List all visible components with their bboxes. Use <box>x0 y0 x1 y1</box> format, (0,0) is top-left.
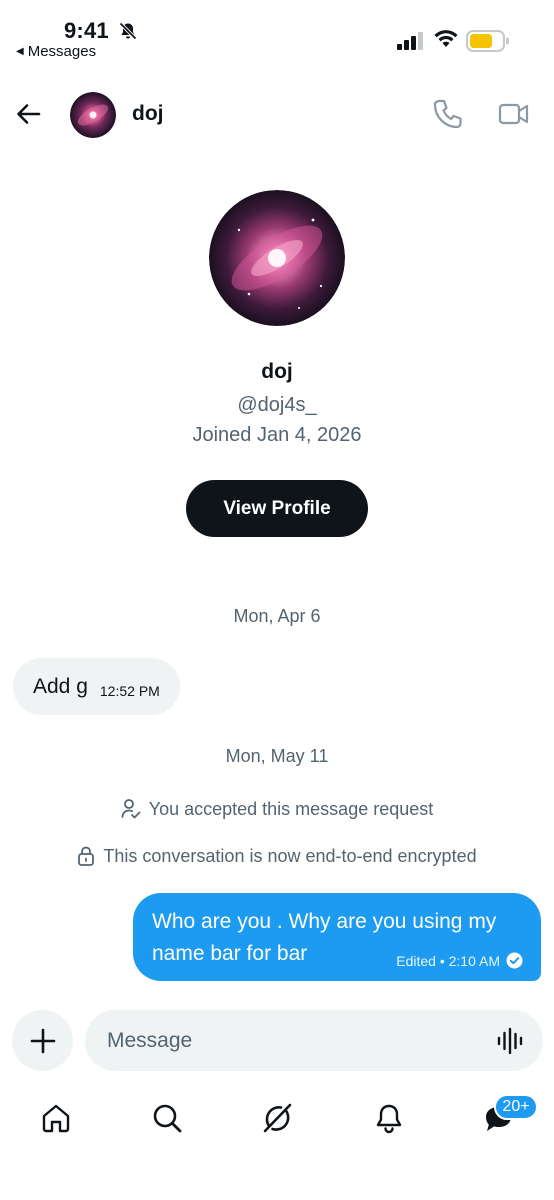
outgoing-message-line: Who are you . Why are you using my <box>152 910 497 933</box>
profile-avatar[interactable] <box>209 190 345 326</box>
date-separator: Mon, May 11 <box>225 746 329 766</box>
back-triangle-icon: ◀ <box>16 46 24 57</box>
battery-icon <box>466 30 509 52</box>
tab-grok[interactable] <box>259 1100 295 1136</box>
back-app-label: Messages <box>27 43 97 60</box>
search-icon <box>153 1104 182 1133</box>
profile-name: doj <box>261 360 293 383</box>
wifi-icon <box>434 30 458 47</box>
date-separator: Mon, Apr 6 <box>233 606 321 626</box>
avatar[interactable] <box>70 92 116 138</box>
system-message-text: This conversation is now end-to-end encr… <box>103 845 477 866</box>
outgoing-message-edited-time: Edited • 2:10 AM <box>396 952 500 969</box>
cellular-signal-icon <box>397 32 423 50</box>
system-message-request-accepted: You accepted this message request <box>0 798 554 820</box>
message-input[interactable] <box>85 1010 543 1071</box>
check-circle-icon <box>506 952 523 969</box>
incoming-message-bubble[interactable]: Add g 12:52 PM <box>13 658 180 715</box>
lock-icon <box>78 846 95 866</box>
tab-search[interactable] <box>149 1100 185 1136</box>
view-profile-button[interactable]: View Profile <box>186 480 368 537</box>
bell-off-icon <box>119 22 137 40</box>
profile-joined-date: Joined Jan 4, 2026 <box>192 424 362 446</box>
plus-icon <box>30 1028 55 1053</box>
home-icon <box>42 1104 70 1133</box>
bell-icon <box>376 1104 402 1134</box>
tab-home[interactable] <box>38 1100 74 1136</box>
voice-wave-icon[interactable] <box>496 1026 526 1056</box>
back-arrow-icon[interactable] <box>14 100 42 128</box>
tab-notifications[interactable] <box>371 1100 407 1136</box>
system-message-text: You accepted this message request <box>148 798 434 819</box>
back-to-messages-app[interactable]: ◀ Messages <box>16 43 96 60</box>
profile-handle: @doj4s_ <box>237 394 317 416</box>
header-contact-name[interactable]: doj <box>132 102 164 126</box>
status-time: 9:41 <box>64 18 109 43</box>
grok-icon <box>263 1103 292 1133</box>
messages-badge: 20+ <box>494 1094 538 1120</box>
person-check-icon <box>121 799 141 819</box>
outgoing-message-meta: Edited • 2:10 AM <box>396 952 523 969</box>
system-message-encrypted: This conversation is now end-to-end encr… <box>0 845 554 867</box>
outgoing-message-bubble[interactable]: Who are you . Why are you using my name … <box>133 893 541 981</box>
incoming-message-time: 12:52 PM <box>99 682 160 699</box>
add-attachment-button[interactable] <box>12 1010 73 1071</box>
video-icon[interactable] <box>498 100 530 128</box>
incoming-message-text: Add g <box>33 674 88 698</box>
phone-icon[interactable] <box>432 98 462 130</box>
